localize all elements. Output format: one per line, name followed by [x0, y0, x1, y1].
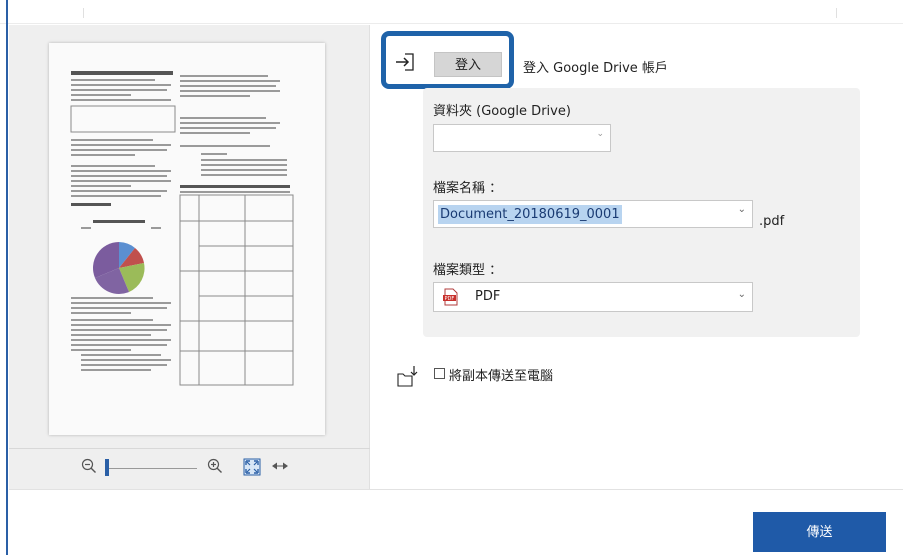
send-to-computer-icon	[397, 365, 419, 387]
zoom-out-icon[interactable]	[79, 458, 99, 478]
pdf-file-icon: PDF	[443, 288, 459, 306]
save-settings-panel: 資料夾 (Google Drive) ⌄ 檔案名稱 ： Document_201…	[423, 88, 860, 337]
window-edge	[6, 0, 8, 555]
fit-width-icon[interactable]	[270, 458, 290, 478]
zoom-toolbar	[9, 448, 370, 489]
file-type-label: 檔案類型 ：	[433, 263, 503, 278]
file-name-value: Document_20180619_0001	[438, 205, 622, 224]
preview-pane	[9, 25, 370, 489]
login-button[interactable]: 登入	[434, 52, 502, 77]
chevron-down-icon[interactable]: ⌄	[738, 204, 746, 215]
chevron-down-icon: ⌄	[596, 129, 604, 139]
svg-text:PDF: PDF	[445, 296, 455, 302]
file-name-label: 檔案名稱 ：	[433, 181, 503, 196]
file-type-value: PDF	[475, 289, 501, 304]
top-strip	[0, 0, 903, 24]
file-name-field[interactable]: Document_20180619_0001 ⌄	[433, 200, 753, 228]
send-copy-checkbox[interactable]	[434, 368, 445, 379]
footer-divider	[9, 489, 903, 490]
file-type-dropdown[interactable]: PDF PDF ⌄	[433, 282, 753, 312]
divider	[83, 8, 84, 18]
zoom-in-icon[interactable]	[205, 458, 225, 478]
settings-pane: 登入 Google Drive 帳戶 登入 資料夾 (Google Drive)…	[371, 25, 903, 489]
fit-page-icon[interactable]	[242, 458, 262, 478]
folder-dropdown[interactable]: ⌄	[433, 124, 611, 152]
zoom-slider-thumb[interactable]	[105, 459, 109, 476]
sign-in-icon	[395, 52, 417, 72]
scan-to-google-drive-window: 登入 Google Drive 帳戶 登入 資料夾 (Google Drive)…	[0, 0, 903, 555]
zoom-slider-track[interactable]	[107, 468, 197, 469]
chevron-down-icon: ⌄	[737, 289, 746, 300]
login-google-drive-label: 登入 Google Drive 帳戶	[523, 61, 668, 76]
send-copy-label[interactable]: 將副本傳送至電腦	[449, 365, 553, 384]
folder-label: 資料夾 (Google Drive)	[433, 104, 571, 119]
divider	[836, 8, 837, 18]
document-preview-thumbnail	[49, 43, 325, 435]
send-button[interactable]: 傳送	[753, 512, 886, 552]
file-extension-label: .pdf	[759, 214, 785, 229]
